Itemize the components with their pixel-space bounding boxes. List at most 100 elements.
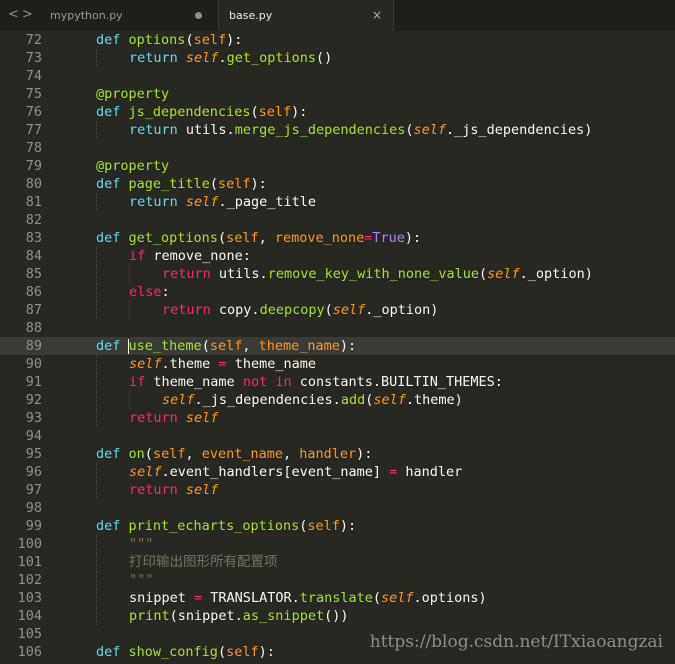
code-line[interactable]: 73 return self.get_options() bbox=[0, 49, 675, 67]
code-line[interactable]: 98 bbox=[0, 499, 675, 517]
code-token: self bbox=[226, 644, 259, 660]
code-line[interactable]: 101 打印输出图形所有配置项 bbox=[0, 553, 675, 571]
line-number: 89 bbox=[25, 338, 42, 354]
code-line[interactable]: 94 bbox=[0, 427, 675, 445]
code-line[interactable]: 97 return self bbox=[0, 481, 675, 499]
tab-label: base.py bbox=[229, 9, 273, 22]
code-line[interactable]: 90 self.theme = theme_name bbox=[0, 355, 675, 373]
code-token: deepcopy bbox=[259, 302, 325, 318]
code-text: def use_theme(self, theme_name): bbox=[96, 337, 356, 355]
code-line[interactable]: 79 @property bbox=[0, 157, 675, 175]
code-editor[interactable]: 72 def options(self): 73 return self.get_op… bbox=[0, 31, 675, 664]
code-token: ._option) bbox=[365, 302, 439, 318]
code-token: .options) bbox=[413, 590, 487, 606]
code-token: def bbox=[96, 104, 121, 120]
tab-base[interactable]: base.py × bbox=[218, 0, 394, 31]
code-token: utils. bbox=[210, 266, 268, 282]
indent-guide bbox=[96, 283, 97, 301]
code-line[interactable]: 95 def on(self, event_name, handler): bbox=[0, 445, 675, 463]
code-token: options bbox=[128, 32, 186, 48]
line-number: 106 bbox=[17, 644, 42, 660]
code-token: self bbox=[152, 446, 186, 462]
code-line[interactable]: 104 print(snippet.as_snippet()) bbox=[0, 607, 675, 625]
code-token: if bbox=[129, 374, 146, 390]
code-token: self bbox=[307, 518, 340, 534]
code-line[interactable]: 100 """ bbox=[0, 535, 675, 553]
code-token: (snippet. bbox=[169, 608, 243, 624]
code-token: js_dependencies bbox=[128, 104, 251, 120]
chevron-left-icon[interactable]: < bbox=[8, 7, 19, 22]
code-line[interactable]: 75 @property bbox=[0, 85, 675, 103]
code-token: ( bbox=[372, 590, 382, 606]
code-line[interactable]: 86 else: bbox=[0, 283, 675, 301]
code-line[interactable]: 76 def js_dependencies(self): bbox=[0, 103, 675, 121]
code-line[interactable]: 83 def get_options(self, remove_none=True… bbox=[0, 229, 675, 247]
indent-guide bbox=[96, 373, 97, 391]
tab-mypython[interactable]: mypython.py bbox=[40, 0, 220, 31]
code-line[interactable]: 84 if remove_none: bbox=[0, 247, 675, 265]
code-line[interactable]: 74 bbox=[0, 67, 675, 85]
code-line[interactable]: 91 if theme_name not in constants.BUILTIN… bbox=[0, 373, 675, 391]
code-line[interactable]: 99 def print_echarts_options(self): bbox=[0, 517, 675, 535]
code-token: print bbox=[129, 608, 170, 624]
code-token: theme_name bbox=[145, 374, 243, 390]
indent-guide bbox=[129, 391, 130, 409]
code-line[interactable]: 87 return copy.deepcopy(self._option) bbox=[0, 301, 675, 319]
indent-guide bbox=[96, 247, 97, 265]
code-line[interactable]: 85 return utils.remove_key_with_none_valu… bbox=[0, 265, 675, 283]
code-token: ): bbox=[356, 446, 373, 462]
code-token: return bbox=[129, 482, 178, 498]
code-token: event_name bbox=[201, 446, 283, 462]
line-number: 75 bbox=[25, 86, 42, 102]
line-number: 86 bbox=[25, 284, 42, 300]
code-token: handler bbox=[397, 464, 463, 480]
code-text: @property bbox=[96, 85, 169, 103]
code-line[interactable]: 72 def options(self): bbox=[0, 31, 675, 49]
code-token: ): bbox=[339, 518, 357, 534]
code-token: = bbox=[194, 590, 203, 606]
line-number: 85 bbox=[25, 266, 42, 282]
code-line[interactable]: 103 snippet = TRANSLATOR.translate(self.o… bbox=[0, 589, 675, 607]
code-token: """ bbox=[129, 536, 154, 552]
modified-dot-icon[interactable] bbox=[195, 12, 202, 19]
code-line[interactable]: 88 bbox=[0, 319, 675, 337]
code-line[interactable]: 92 self._js_dependencies.add(self.theme) bbox=[0, 391, 675, 409]
tab-label: mypython.py bbox=[50, 9, 123, 22]
code-token: on bbox=[128, 446, 145, 462]
code-line[interactable]: 77 return utils.merge_js_dependencies(sel… bbox=[0, 121, 675, 139]
code-token: .theme bbox=[161, 356, 219, 372]
code-line[interactable]: 82 bbox=[0, 211, 675, 229]
code-line[interactable]: 78 bbox=[0, 139, 675, 157]
code-token: def bbox=[96, 230, 121, 246]
code-line[interactable]: 93 return self bbox=[0, 409, 675, 427]
code-token: return bbox=[162, 266, 211, 282]
close-icon[interactable]: × bbox=[372, 8, 382, 22]
code-token: ): bbox=[226, 32, 243, 48]
code-token: self bbox=[129, 356, 162, 372]
code-token: @property bbox=[96, 158, 170, 174]
code-line[interactable]: 96 self.event_handlers[event_name] = hand… bbox=[0, 463, 675, 481]
code-token: ._page_title bbox=[218, 194, 316, 210]
code-line[interactable]: 89 def use_theme(self, theme_name): bbox=[0, 337, 675, 355]
code-token: translate bbox=[299, 590, 373, 606]
line-number: 79 bbox=[25, 158, 42, 174]
code-token: ._js_dependencies) bbox=[446, 122, 593, 138]
code-token: self bbox=[487, 266, 520, 282]
code-line[interactable]: 80 def page_title(self): bbox=[0, 175, 675, 193]
indent-guide bbox=[96, 391, 97, 409]
code-text: return self.get_options() bbox=[129, 49, 332, 67]
chevron-right-icon[interactable]: > bbox=[22, 7, 33, 22]
code-token: not in bbox=[242, 374, 292, 390]
code-line[interactable]: 102 """ bbox=[0, 571, 675, 589]
indent-guide bbox=[96, 301, 97, 319]
code-text: self.event_handlers[event_name] = handle… bbox=[129, 463, 462, 481]
line-number: 102 bbox=[17, 572, 42, 588]
code-line[interactable]: 81 return self._page_title bbox=[0, 193, 675, 211]
line-number: 99 bbox=[25, 518, 42, 534]
code-token: show_config bbox=[128, 644, 218, 660]
code-text: def options(self): bbox=[96, 31, 242, 49]
line-number: 73 bbox=[25, 50, 42, 66]
